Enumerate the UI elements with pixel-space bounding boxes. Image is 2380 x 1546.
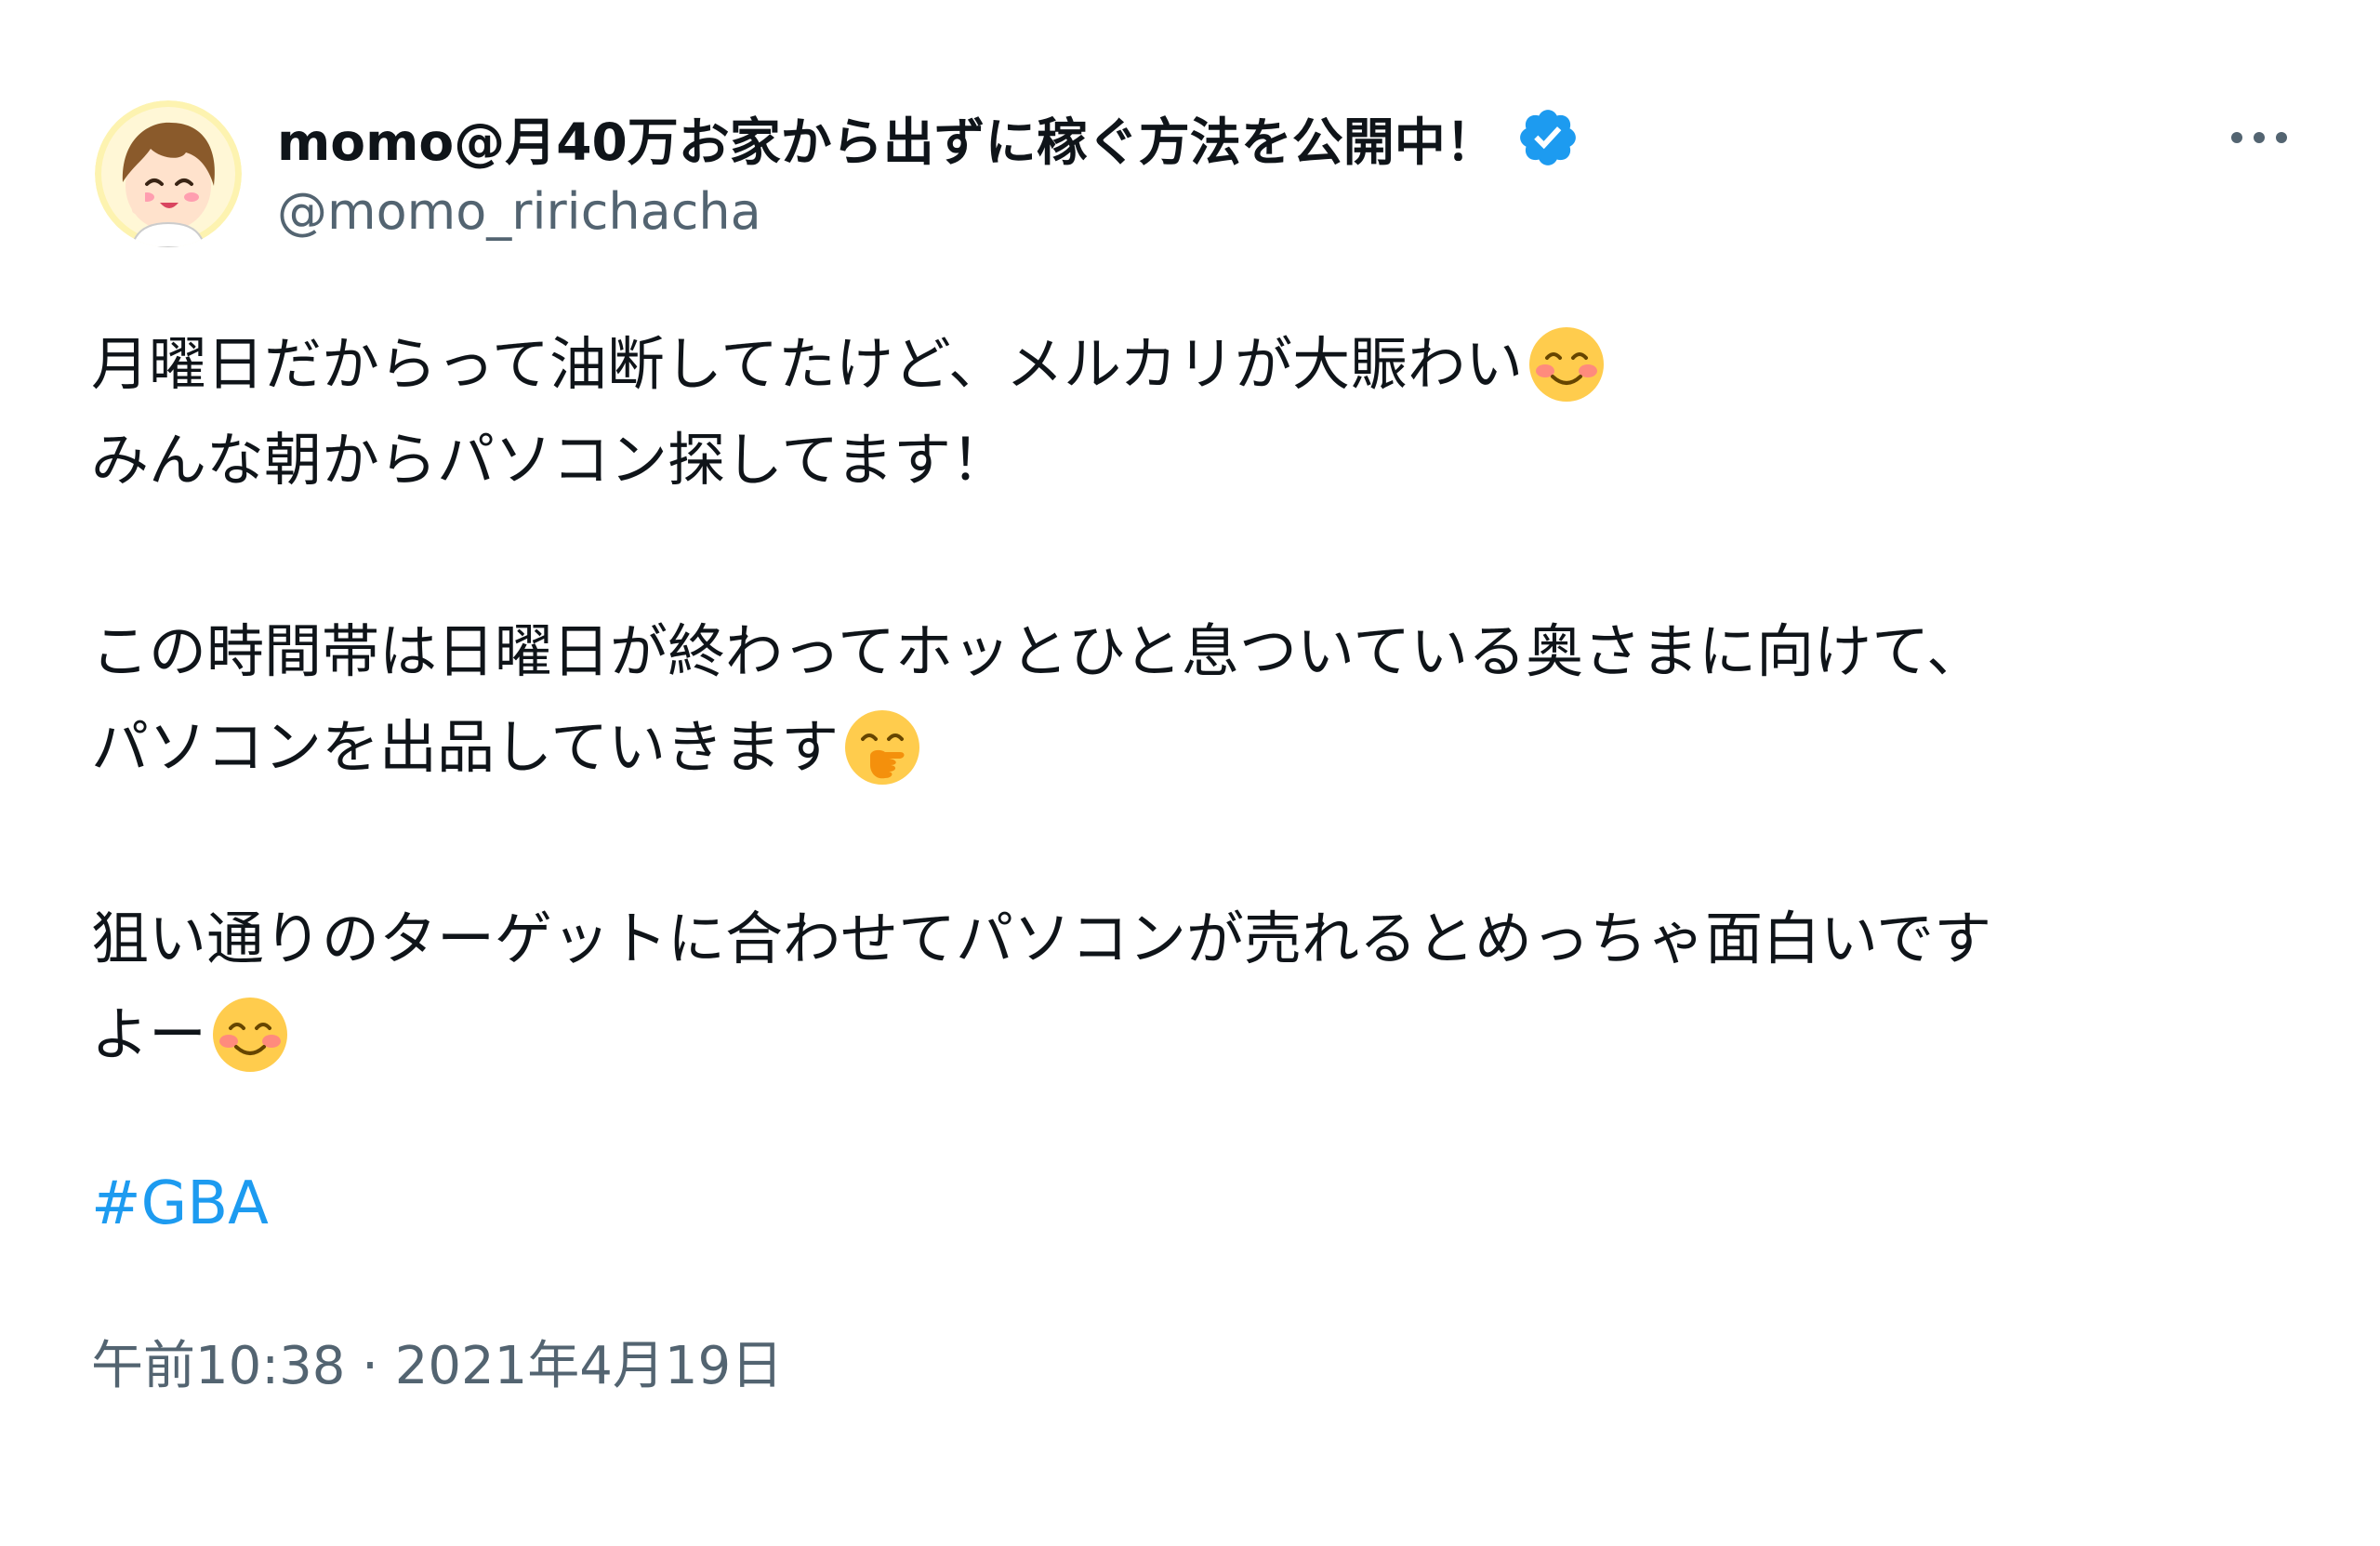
tweet-line-4-text: パソコンを出品していきます bbox=[91, 713, 840, 781]
tweet-text: 月曜日だからって油断してたけど、メルカリが大賑わい みんな朝からパソコン探してま… bbox=[91, 316, 2322, 1082]
tweet-line-3: この時間帯は日曜日が終わってホッとひと息ついている奥さまに向けて、 bbox=[91, 603, 2322, 699]
author-handle[interactable]: @momo_ririchacha bbox=[277, 182, 761, 241]
tweet-line-1: 月曜日だからって油断してたけど、メルカリが大賑わい bbox=[91, 316, 2322, 412]
hashtag-link[interactable]: #GBA bbox=[91, 1169, 269, 1238]
avatar-illustration-icon bbox=[95, 100, 242, 247]
smiling-face-emoji-icon bbox=[1527, 324, 1606, 404]
tweet-line-6: よー bbox=[91, 986, 2322, 1082]
more-dots-icon bbox=[2231, 132, 2287, 143]
tweet-line-2: みんな朝からパソコン探してます！ bbox=[91, 412, 2322, 508]
verified-badge-icon bbox=[1515, 105, 1580, 170]
tweet-line-6-text: よー bbox=[91, 1000, 207, 1068]
smiling-face-emoji-icon bbox=[210, 995, 290, 1075]
tweet-line-3-text: この時間帯は日曜日が終わってホッとひと息ついている奥さまに向けて、 bbox=[91, 617, 1985, 685]
tweet-line-1-text: 月曜日だからって油断してたけど、メルカリが大賑わい bbox=[91, 330, 1524, 398]
tweet-line-2-text: みんな朝からパソコン探してます！ bbox=[91, 426, 1010, 494]
avatar[interactable] bbox=[95, 100, 242, 247]
tweet-card: momo@月40万お家から出ずに稼ぐ方法を公開中！ @momo_ririchac… bbox=[0, 0, 2380, 1546]
tweet-line-4: パソコンを出品していきます bbox=[91, 699, 2322, 795]
tweet-line-5: 狙い通りのターゲットに合わせてパソコンが売れるとめっちゃ面白いです bbox=[91, 891, 2322, 986]
more-button[interactable] bbox=[2213, 110, 2306, 165]
tweet-line-5-text: 狙い通りのターゲットに合わせてパソコンが売れるとめっちゃ面白いです bbox=[91, 905, 1992, 972]
hand-over-mouth-emoji-icon bbox=[842, 707, 922, 787]
tweet-timestamp[interactable]: 午前10:38 · 2021年4月19日 bbox=[91, 1324, 783, 1399]
display-name[interactable]: momo@月40万お家から出ずに稼ぐ方法を公開中！ bbox=[277, 100, 1497, 175]
author-name-row[interactable]: momo@月40万お家から出ずに稼ぐ方法を公開中！ bbox=[277, 100, 1580, 175]
